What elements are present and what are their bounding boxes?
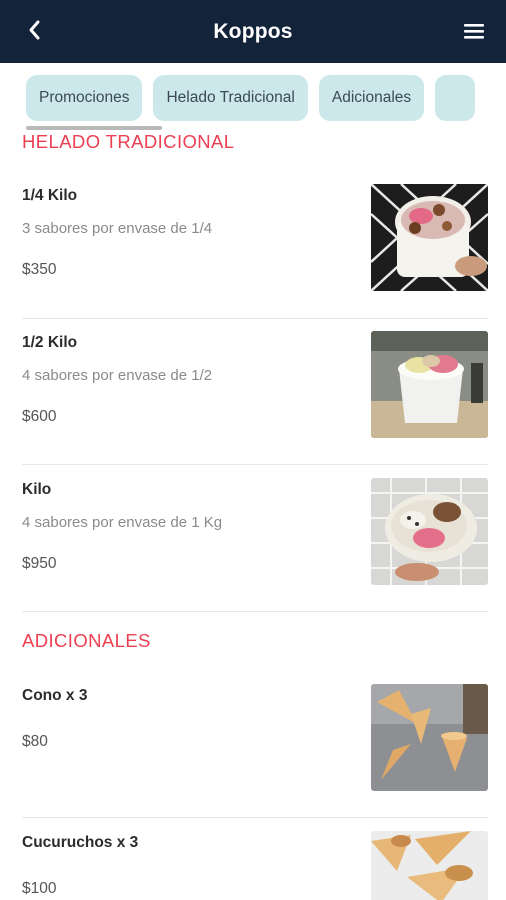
product-image bbox=[371, 331, 488, 438]
hamburger-menu-icon bbox=[464, 24, 484, 39]
product-item[interactable]: Kilo 4 sabores por envase de 1 Kg $950 bbox=[22, 478, 488, 586]
product-name: Cono x 3 bbox=[22, 687, 88, 704]
product-price: $950 bbox=[22, 555, 57, 572]
category-tabs: Promociones Helado Tradicional Adicional… bbox=[0, 63, 506, 133]
product-image bbox=[371, 684, 488, 791]
product-name: 1/4 Kilo bbox=[22, 187, 78, 204]
tabs-edge bbox=[486, 63, 506, 133]
section-title-helado-tradicional: HELADO TRADICIONAL bbox=[22, 133, 235, 152]
divider bbox=[22, 464, 488, 465]
tab-label: Promociones bbox=[39, 89, 130, 106]
product-price: $100 bbox=[22, 880, 57, 897]
menu-button[interactable] bbox=[460, 17, 488, 45]
product-image bbox=[371, 184, 488, 291]
tab-helado-tradicional[interactable]: Helado Tradicional bbox=[153, 75, 308, 121]
product-price: $600 bbox=[22, 408, 57, 425]
tab-adicionales[interactable]: Adicionales bbox=[318, 75, 425, 121]
product-description: 3 sabores por envase de 1/4 bbox=[22, 220, 213, 237]
chevron-left-icon bbox=[29, 20, 40, 40]
active-tab-indicator bbox=[26, 126, 162, 130]
product-price: $80 bbox=[22, 733, 48, 750]
product-price: $350 bbox=[22, 261, 57, 278]
tab-label: Helado Tradicional bbox=[166, 89, 295, 106]
back-button[interactable] bbox=[20, 16, 48, 44]
tab-label: Adicionales bbox=[331, 89, 412, 106]
product-image bbox=[371, 831, 488, 900]
product-item[interactable]: 1/4 Kilo 3 sabores por envase de 1/4 $35… bbox=[22, 184, 488, 292]
product-name: Kilo bbox=[22, 481, 52, 498]
product-item[interactable]: 1/2 Kilo 4 sabores por envase de 1/2 $60… bbox=[22, 331, 488, 439]
product-item[interactable]: Cucuruchos x 3 $100 bbox=[22, 831, 488, 900]
tab-promociones[interactable]: Promociones bbox=[26, 75, 143, 121]
divider bbox=[22, 817, 488, 818]
product-image bbox=[371, 478, 488, 585]
divider bbox=[22, 318, 488, 319]
divider bbox=[22, 611, 488, 612]
product-name: 1/2 Kilo bbox=[22, 334, 78, 351]
product-description: 4 sabores por envase de 1/2 bbox=[22, 367, 213, 384]
app-header: Koppos bbox=[0, 0, 506, 63]
product-name: Cucuruchos x 3 bbox=[22, 834, 139, 851]
menu-list: HELADO TRADICIONAL 1/4 Kilo 3 sabores po… bbox=[0, 133, 506, 900]
tab-more[interactable] bbox=[435, 75, 476, 121]
product-item[interactable]: Cono x 3 $80 bbox=[22, 684, 488, 792]
section-title-adicionales: ADICIONALES bbox=[22, 630, 151, 651]
product-description: 4 sabores por envase de 1 Kg bbox=[22, 514, 223, 531]
page-title: Koppos bbox=[213, 19, 293, 43]
